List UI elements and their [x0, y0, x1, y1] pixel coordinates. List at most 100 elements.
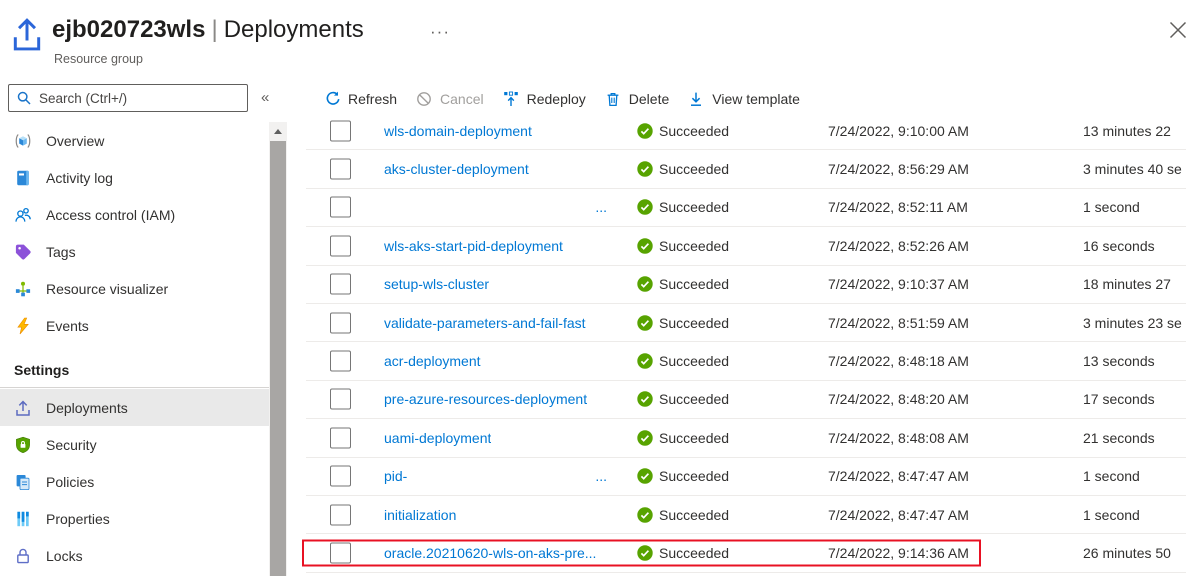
- sidebar-item-properties[interactable]: Properties: [0, 500, 269, 537]
- sidebar-item-label: Events: [46, 318, 89, 334]
- sidebar-item-activity-log[interactable]: Activity log: [0, 159, 269, 196]
- sidebar-item-security[interactable]: Security: [0, 426, 269, 463]
- duration-cell: 13 seconds: [1083, 353, 1186, 369]
- status-cell: Succeeded: [637, 123, 729, 139]
- succeeded-icon: [637, 353, 653, 369]
- succeeded-icon: [637, 199, 653, 215]
- duration-cell: 1 second: [1083, 507, 1186, 523]
- row-checkbox[interactable]: [330, 351, 351, 372]
- deployment-name-cell: initialization: [384, 507, 607, 523]
- more-menu-icon[interactable]: ···: [430, 22, 450, 42]
- timestamp-cell: 7/24/2022, 8:47:47 AM: [828, 507, 969, 523]
- timestamp-cell: 7/24/2022, 9:10:37 AM: [828, 276, 969, 292]
- deployment-name-cell: setup-wls-cluster: [384, 276, 607, 292]
- collapse-sidebar-button[interactable]: «: [261, 89, 269, 106]
- view-template-button[interactable]: View template: [688, 91, 800, 107]
- sidebar-item-events[interactable]: Events: [0, 307, 269, 344]
- status-label: Succeeded: [659, 161, 729, 177]
- sidebar-item-locks[interactable]: Locks: [0, 537, 269, 574]
- deployment-name-link[interactable]: pid-: [384, 468, 407, 484]
- sidebar-item-resource-visualizer[interactable]: Resource visualizer: [0, 270, 269, 307]
- row-checkbox[interactable]: [330, 466, 351, 487]
- deployment-name-link[interactable]: wls-aks-start-pid-deployment: [384, 238, 563, 254]
- succeeded-icon: [637, 123, 653, 139]
- deployment-name-cell: acr-deployment: [384, 353, 607, 369]
- deployment-name-link[interactable]: aks-cluster-deployment: [384, 161, 529, 177]
- sidebar-item-deployments[interactable]: Deployments: [0, 389, 269, 426]
- row-checkbox[interactable]: [330, 197, 351, 218]
- sidebar-item-access-control[interactable]: Access control (IAM): [0, 196, 269, 233]
- resource-name: ejb020723wls: [52, 16, 205, 43]
- status-cell: Succeeded: [637, 430, 729, 446]
- table-row: aks-cluster-deploymentSucceeded7/24/2022…: [306, 150, 1186, 188]
- sidebar-item-label: Resource visualizer: [46, 281, 168, 297]
- events-icon: [14, 317, 32, 335]
- scrollbar-up-arrow-icon[interactable]: [269, 122, 287, 140]
- timestamp-cell: 7/24/2022, 8:52:11 AM: [828, 199, 968, 215]
- cancel-icon: [416, 91, 432, 107]
- delete-button[interactable]: Delete: [605, 91, 669, 107]
- security-shield-icon: [14, 436, 32, 454]
- sidebar-item-tags[interactable]: Tags: [0, 233, 269, 270]
- sidebar-settings-nav: Deployments Security Policies: [0, 389, 269, 574]
- sidebar-item-label: Tags: [46, 244, 76, 260]
- row-checkbox[interactable]: [330, 427, 351, 448]
- row-checkbox[interactable]: [330, 120, 351, 141]
- duration-cell: 1 second: [1083, 199, 1186, 215]
- row-checkbox[interactable]: [330, 312, 351, 333]
- status-label: Succeeded: [659, 238, 729, 254]
- deployment-name-link[interactable]: initialization: [384, 507, 456, 523]
- status-cell: Succeeded: [637, 391, 729, 407]
- deployment-name-link[interactable]: wls-domain-deployment: [384, 123, 532, 139]
- table-row: wls-domain-deploymentSucceeded7/24/2022,…: [306, 112, 1186, 150]
- timestamp-cell: 7/24/2022, 8:47:47 AM: [828, 468, 969, 484]
- status-label: Succeeded: [659, 353, 729, 369]
- redeploy-label: Redeploy: [527, 91, 586, 107]
- row-checkbox[interactable]: [330, 504, 351, 525]
- status-label: Succeeded: [659, 199, 729, 215]
- overview-icon: [14, 132, 32, 150]
- view-template-icon: [688, 91, 704, 107]
- deployment-name-link[interactable]: uami-deployment: [384, 430, 491, 446]
- row-checkbox[interactable]: [330, 159, 351, 180]
- scrollbar-thumb[interactable]: [270, 141, 286, 576]
- deployment-name-link[interactable]: pre-azure-resources-deployment: [384, 391, 587, 407]
- sidebar-item-overview[interactable]: Overview: [0, 122, 269, 159]
- row-checkbox[interactable]: [330, 235, 351, 256]
- search-input[interactable]: [8, 84, 248, 112]
- duration-cell: 16 seconds: [1083, 238, 1186, 254]
- deployment-name-link[interactable]: oracle.20210620-wls-on-aks-pre...: [384, 545, 596, 561]
- status-cell: Succeeded: [637, 507, 729, 523]
- deployment-name-link[interactable]: validate-parameters-and-fail-fast: [384, 315, 586, 331]
- timestamp-cell: 7/24/2022, 8:48:18 AM: [828, 353, 969, 369]
- view-template-label: View template: [712, 91, 800, 107]
- cancel-button[interactable]: Cancel: [416, 91, 484, 107]
- redeploy-icon: [503, 91, 519, 107]
- row-checkbox[interactable]: [330, 274, 351, 295]
- status-label: Succeeded: [659, 468, 729, 484]
- status-cell: Succeeded: [637, 545, 729, 561]
- deployment-name-link[interactable]: setup-wls-cluster: [384, 276, 489, 292]
- resource-group-deployments-icon: [10, 13, 44, 53]
- deployment-name-cell: aks-cluster-deployment: [384, 161, 607, 177]
- succeeded-icon: [637, 238, 653, 254]
- redeploy-button[interactable]: Redeploy: [503, 91, 586, 107]
- close-icon[interactable]: [1168, 20, 1188, 40]
- timestamp-cell: 7/24/2022, 9:14:36 AM: [828, 545, 969, 561]
- sidebar-scrollbar[interactable]: [269, 122, 287, 576]
- deployment-name-link[interactable]: acr-deployment: [384, 353, 481, 369]
- sidebar-item-policies[interactable]: Policies: [0, 463, 269, 500]
- row-checkbox[interactable]: [330, 389, 351, 410]
- deployments-blade: ejb020723wls|Deployments Resource group …: [0, 0, 1200, 576]
- access-control-icon: [14, 206, 32, 224]
- succeeded-icon: [637, 276, 653, 292]
- status-label: Succeeded: [659, 545, 729, 561]
- delete-trash-icon: [605, 91, 621, 107]
- sidebar-item-label: Security: [46, 437, 97, 453]
- row-checkbox[interactable]: [330, 542, 351, 563]
- command-bar: Refresh Cancel Redeploy: [324, 84, 800, 114]
- table-row: ...Succeeded7/24/2022, 8:52:11 AM1 secon…: [306, 189, 1186, 227]
- sidebar-section-settings: Settings: [0, 352, 269, 388]
- tags-icon: [14, 243, 32, 261]
- refresh-button[interactable]: Refresh: [324, 91, 397, 107]
